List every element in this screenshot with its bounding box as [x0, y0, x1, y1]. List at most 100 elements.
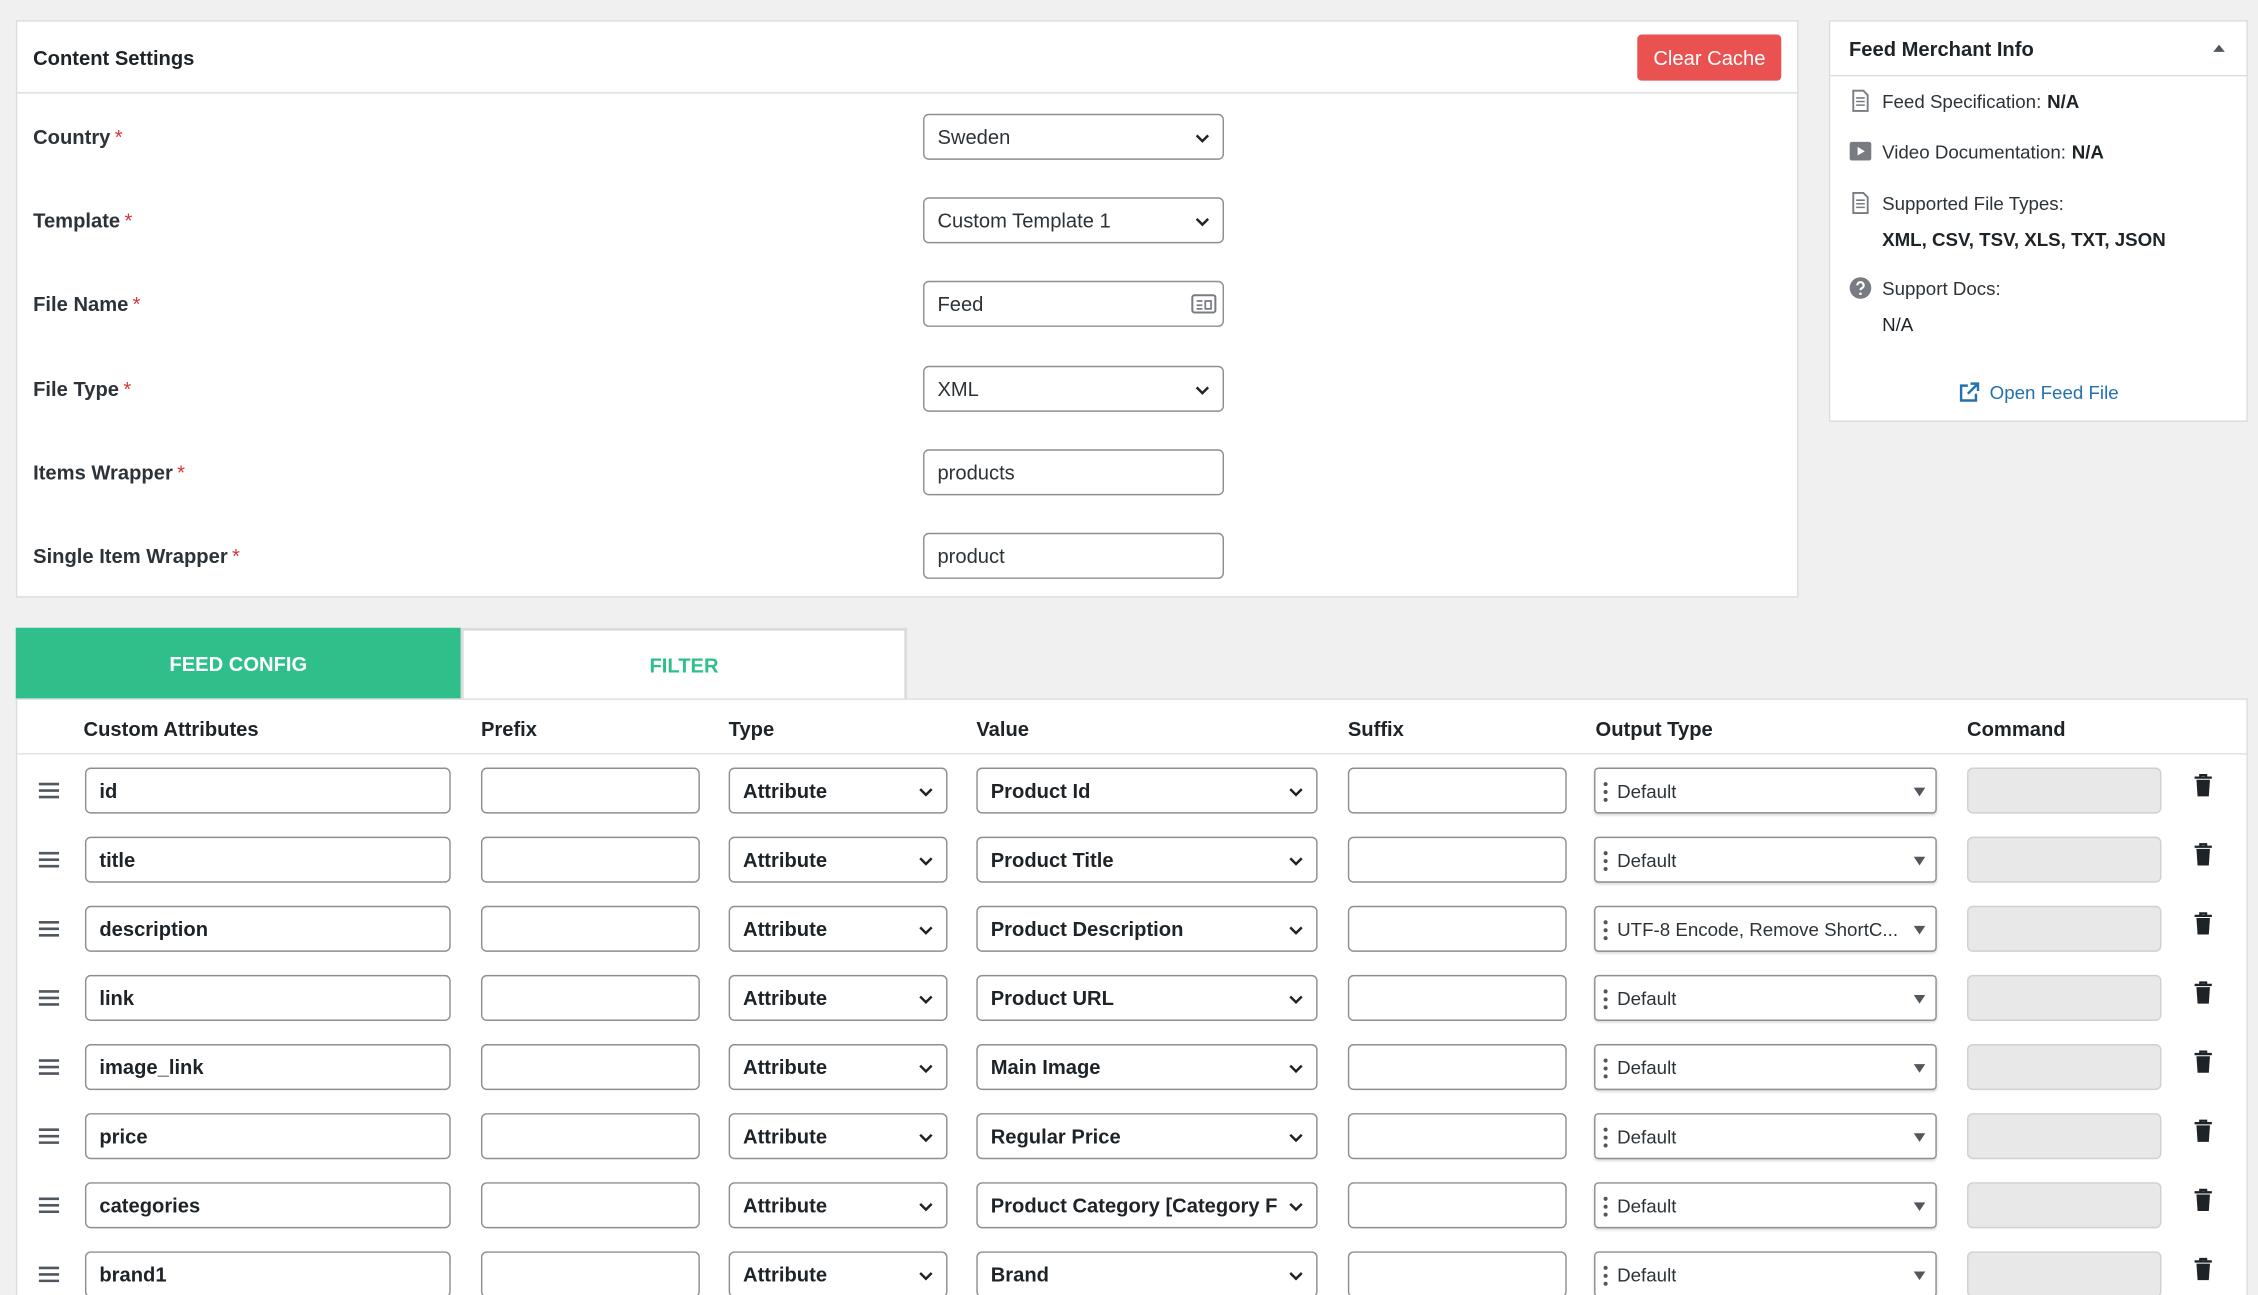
output-type-select[interactable]: Default — [1594, 767, 1937, 814]
type-select[interactable]: Attribute — [728, 1251, 948, 1295]
output-type-select[interactable]: Default — [1594, 1044, 1937, 1091]
single-item-wrapper-label: Single Item Wrapper * — [33, 544, 240, 567]
suffix-input[interactable] — [1347, 1182, 1567, 1229]
open-feed-file-link[interactable]: Open Feed File — [1830, 382, 2246, 403]
support-docs-line: Support Docs: — [1849, 276, 2001, 299]
custom-attribute-input[interactable]: brand1 — [84, 1251, 451, 1295]
custom-attribute-input[interactable]: categories — [84, 1182, 451, 1229]
suffix-input[interactable] — [1347, 767, 1567, 814]
tab-feed-config[interactable]: FEED CONFIG — [15, 627, 461, 700]
country-label-text: Country — [33, 125, 111, 149]
value-select[interactable]: Brand — [976, 1251, 1318, 1295]
table-row: brand1 Attribute Brand Default — [17, 1251, 2246, 1295]
suffix-input[interactable] — [1347, 1044, 1567, 1091]
file-name-value: Feed — [937, 292, 984, 316]
prefix-input[interactable] — [480, 1251, 700, 1295]
custom-attribute-input[interactable]: price — [84, 1113, 451, 1160]
prefix-input[interactable] — [480, 836, 700, 883]
drag-handle-icon[interactable] — [37, 851, 60, 868]
suffix-input[interactable] — [1347, 905, 1567, 952]
prefix-input[interactable] — [480, 1044, 700, 1091]
suffix-input[interactable] — [1347, 836, 1567, 883]
output-type-select[interactable]: UTF-8 Encode, Remove ShortC... — [1594, 905, 1937, 952]
value-select[interactable]: Product Category [Category F — [976, 1182, 1318, 1229]
type-select[interactable]: Attribute — [728, 974, 948, 1021]
drag-handle-icon[interactable] — [37, 782, 60, 799]
type-select[interactable]: Attribute — [728, 1182, 948, 1229]
trash-icon[interactable] — [2193, 981, 2213, 1005]
value-select[interactable]: Regular Price — [976, 1113, 1318, 1160]
trash-icon[interactable] — [2193, 1257, 2213, 1281]
value-value: Product Description — [990, 917, 1184, 941]
country-select[interactable]: Sweden — [923, 113, 1224, 160]
feed-merchant-info-panel: Feed Merchant Info Feed Specification: N… — [1828, 20, 2248, 422]
output-type-select[interactable]: Default — [1594, 1182, 1937, 1229]
chevron-down-icon — [1289, 926, 1303, 935]
command-input[interactable] — [1967, 1044, 2162, 1091]
value-select[interactable]: Product Title — [976, 836, 1318, 883]
drag-handle-icon[interactable] — [37, 1197, 60, 1214]
value-select[interactable]: Product URL — [976, 974, 1318, 1021]
template-label-text: Template — [33, 208, 121, 232]
drag-handle-icon[interactable] — [37, 1128, 60, 1145]
trash-icon[interactable] — [2193, 842, 2213, 866]
file-type-select[interactable]: XML — [923, 365, 1224, 412]
type-select[interactable]: Attribute — [728, 836, 948, 883]
custom-attribute-input[interactable]: title — [84, 836, 451, 883]
command-input[interactable] — [1967, 1182, 2162, 1229]
output-type-select[interactable]: Default — [1594, 1113, 1937, 1160]
triangle-up-icon[interactable] — [2212, 42, 2226, 54]
trash-icon[interactable] — [2193, 1050, 2213, 1074]
single-item-wrapper-input[interactable]: product — [923, 532, 1224, 579]
command-input[interactable] — [1967, 1251, 2162, 1295]
prefix-input[interactable] — [480, 905, 700, 952]
drag-handle-icon[interactable] — [37, 920, 60, 937]
suffix-input[interactable] — [1347, 1251, 1567, 1295]
command-input[interactable] — [1967, 974, 2162, 1021]
custom-attribute-input[interactable]: image_link — [84, 1044, 451, 1091]
drag-handle-icon[interactable] — [37, 1266, 60, 1283]
type-select[interactable]: Attribute — [728, 767, 948, 814]
value-select[interactable]: Product Id — [976, 767, 1318, 814]
prefix-input[interactable] — [480, 974, 700, 1021]
custom-attribute-input[interactable]: link — [84, 974, 451, 1021]
file-name-input[interactable]: Feed — [923, 280, 1224, 327]
drag-handle-icon[interactable] — [37, 989, 60, 1006]
custom-attribute-input[interactable]: id — [84, 767, 451, 814]
suffix-input[interactable] — [1347, 974, 1567, 1021]
trash-icon[interactable] — [2193, 1119, 2213, 1143]
command-input[interactable] — [1967, 836, 2162, 883]
output-type-select[interactable]: Default — [1594, 836, 1937, 883]
output-type-select[interactable]: Default — [1594, 1251, 1937, 1295]
command-input[interactable] — [1967, 1113, 2162, 1160]
dots-icon — [1603, 989, 1608, 1010]
output-type-select[interactable]: Default — [1594, 974, 1937, 1021]
items-wrapper-input[interactable]: products — [923, 449, 1224, 496]
suffix-input[interactable] — [1347, 1113, 1567, 1160]
triangle-down-icon — [1913, 1133, 1926, 1142]
type-select[interactable]: Attribute — [728, 905, 948, 952]
tab-filter[interactable]: FILTER — [460, 627, 908, 700]
trash-icon[interactable] — [2193, 773, 2213, 797]
feed-merchant-info-header: Feed Merchant Info — [1830, 22, 2247, 77]
value-select[interactable]: Product Description — [976, 905, 1318, 952]
dots-icon — [1603, 1127, 1608, 1148]
prefix-input[interactable] — [480, 1182, 700, 1229]
support-docs-value: N/A — [1882, 313, 1914, 336]
items-wrapper-label-text: Items Wrapper — [33, 460, 173, 484]
required-mark: * — [124, 208, 133, 232]
type-select[interactable]: Attribute — [728, 1113, 948, 1160]
template-select[interactable]: Custom Template 1 — [923, 197, 1224, 244]
clear-cache-button[interactable]: Clear Cache — [1637, 33, 1782, 80]
drag-handle-icon[interactable] — [37, 1058, 60, 1075]
prefix-input[interactable] — [480, 767, 700, 814]
custom-attribute-input[interactable]: description — [84, 905, 451, 952]
prefix-input[interactable] — [480, 1113, 700, 1160]
type-select[interactable]: Attribute — [728, 1044, 948, 1091]
type-value: Attribute — [743, 1055, 828, 1079]
command-input[interactable] — [1967, 905, 2162, 952]
command-input[interactable] — [1967, 767, 2162, 814]
trash-icon[interactable] — [2193, 912, 2213, 936]
value-select[interactable]: Main Image — [976, 1044, 1318, 1091]
trash-icon[interactable] — [2193, 1188, 2213, 1212]
